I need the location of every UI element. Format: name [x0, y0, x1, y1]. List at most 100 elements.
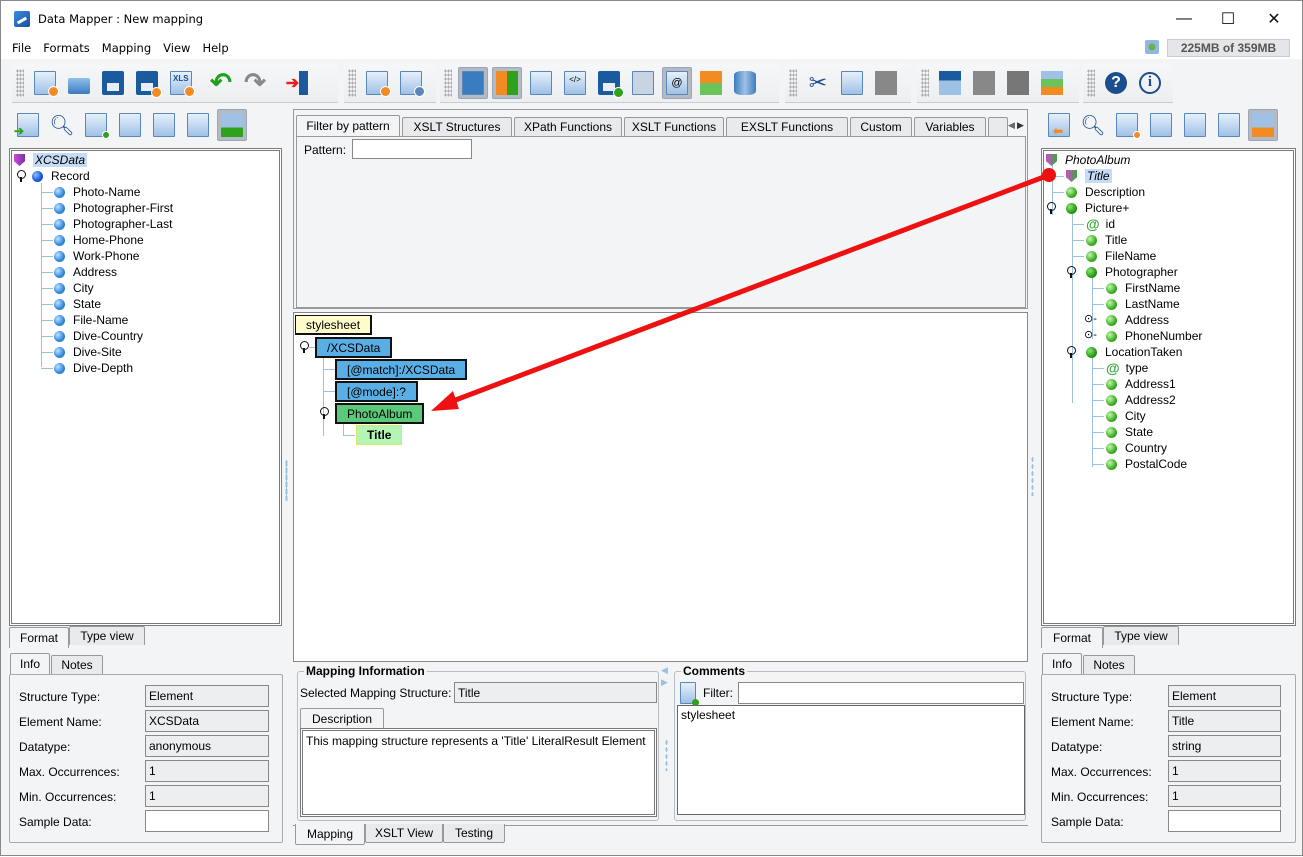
pattern-input[interactable]	[352, 139, 472, 159]
splitter-left-arrow-icon[interactable]: ◀	[661, 665, 668, 676]
source-field-node[interactable]: City	[54, 280, 94, 296]
exit-button[interactable]: ➔	[282, 67, 312, 99]
target-structure-button[interactable]	[1248, 109, 1278, 141]
tab-notes[interactable]: Notes	[51, 655, 103, 674]
tab-custom[interactable]: Custom	[850, 117, 912, 136]
target-tree[interactable]: PhotoAlbum Title Description Picture+ @ id Tit…	[1041, 148, 1296, 626]
target-field-node[interactable]: Address2	[1106, 392, 1176, 408]
add-mapping-button[interactable]	[362, 67, 392, 99]
source-field-node[interactable]: Dive-Depth	[54, 360, 133, 376]
expand-toggle-icon[interactable]	[1046, 202, 1056, 214]
template-node[interactable]: /XCSData	[315, 337, 393, 358]
source-root-node[interactable]: XCSData	[14, 152, 88, 168]
expand-button[interactable]	[969, 67, 999, 99]
toolbar-grip[interactable]	[921, 68, 929, 97]
toolbar-grip[interactable]	[444, 68, 452, 97]
menu-help[interactable]: Help	[196, 41, 234, 55]
target-field-node[interactable]: @ id	[1086, 216, 1115, 232]
target-find-button[interactable]: 🔍︎	[1078, 109, 1108, 141]
save-as-button[interactable]	[132, 67, 162, 99]
target-field-node[interactable]: Picture+	[1066, 200, 1129, 216]
left-splitter-handle[interactable]	[285, 461, 288, 501]
tab-format[interactable]: Format	[9, 627, 69, 648]
target-notes-button[interactable]	[1112, 109, 1142, 141]
tab-filter-by-pattern[interactable]: Filter by pattern	[296, 115, 400, 136]
target-field-node[interactable]: Address1	[1106, 376, 1176, 392]
source-edit-button[interactable]	[183, 109, 213, 141]
source-field-node[interactable]: Photo-Name	[54, 184, 140, 200]
namespace-button[interactable]: @	[662, 66, 692, 99]
tab-variables[interactable]: Variables	[914, 117, 986, 136]
target-field-node[interactable]: Photographer	[1086, 264, 1178, 280]
title-element-node[interactable]: Title	[356, 425, 403, 445]
source-tree[interactable]: XCSData Record Photo-Name Photographer-Firs…	[9, 148, 282, 626]
toolbar-grip[interactable]	[1087, 68, 1095, 97]
source-find-button[interactable]: 🔍︎	[47, 109, 77, 141]
target-field-node[interactable]: Title	[1066, 168, 1112, 184]
undo-button[interactable]: ↶	[206, 67, 236, 99]
tab-type-view[interactable]: Type view	[1103, 626, 1179, 645]
source-field-node[interactable]: Home-Phone	[54, 232, 144, 248]
save-button[interactable]	[98, 67, 128, 99]
menu-mapping[interactable]: Mapping	[96, 41, 157, 55]
target-field-node[interactable]: FileName	[1086, 248, 1156, 264]
match-attribute-node[interactable]: [@match]:/XCSData	[335, 359, 468, 380]
tab-format[interactable]: Format	[1041, 627, 1103, 648]
target-field-node[interactable]: LocationTaken	[1086, 344, 1182, 360]
source-field-node[interactable]: Address	[54, 264, 117, 280]
redo-button[interactable]: ↷	[240, 67, 270, 99]
maximize-button[interactable]: ☐	[1205, 1, 1251, 37]
source-preview-button[interactable]	[149, 109, 179, 141]
target-field-node[interactable]: LastName	[1106, 296, 1180, 312]
toolbar-grip[interactable]	[348, 68, 356, 97]
tab-scroll-left-icon[interactable]: ◀	[1008, 120, 1015, 131]
tab-notes[interactable]: Notes	[1083, 655, 1135, 674]
menu-view[interactable]: View	[157, 41, 196, 55]
tab-overflow[interactable]	[988, 117, 1008, 136]
expand-toggle-icon[interactable]	[319, 407, 329, 419]
database-button[interactable]	[730, 67, 760, 99]
tab-exslt-functions[interactable]: EXSLT Functions	[726, 117, 848, 136]
source-field-node[interactable]: Dive-Country	[54, 328, 143, 344]
target-field-node[interactable]: Address	[1106, 312, 1169, 328]
open-button[interactable]	[64, 67, 94, 99]
validate-button[interactable]	[526, 67, 556, 99]
copy-button[interactable]	[837, 67, 867, 99]
export-xls-button[interactable]: XLS	[166, 67, 196, 99]
target-root-node[interactable]: PhotoAlbum	[1046, 152, 1130, 168]
collapsed-toggle-icon[interactable]: ⊙-	[1084, 312, 1097, 325]
right-splitter-handle[interactable]	[1031, 456, 1034, 496]
comment-notes-icon[interactable]	[680, 682, 699, 706]
tab-info[interactable]: Info	[1042, 653, 1082, 674]
target-import-button[interactable]: ⬅	[1044, 109, 1074, 141]
move-up-button[interactable]	[935, 67, 965, 99]
expand-toggle-icon[interactable]	[1066, 346, 1076, 358]
about-button[interactable]: i	[1135, 67, 1165, 99]
tab-xpath-functions[interactable]: XPath Functions	[514, 117, 622, 136]
menu-file[interactable]: File	[1, 41, 37, 55]
stylesheet-node[interactable]: stylesheet	[295, 315, 373, 335]
mode-attribute-node[interactable]: [@mode]:?	[335, 381, 418, 402]
target-edit-button[interactable]	[1214, 109, 1244, 141]
expand-toggle-icon[interactable]	[16, 170, 26, 182]
view-colors-button[interactable]	[492, 66, 522, 99]
info-value-field[interactable]	[145, 810, 269, 832]
photoalbum-element-node[interactable]: PhotoAlbum	[335, 403, 425, 424]
target-field-node[interactable]: State	[1106, 424, 1153, 440]
expand-toggle-icon[interactable]	[1066, 266, 1076, 278]
source-field-node[interactable]: Dive-Site	[54, 344, 122, 360]
center-splitter-handle[interactable]	[665, 739, 668, 771]
tab-description[interactable]: Description	[300, 708, 384, 729]
source-field-node[interactable]: State	[54, 296, 101, 312]
target-field-node[interactable]: FirstName	[1106, 280, 1180, 296]
target-field-node[interactable]: @ type	[1106, 360, 1148, 376]
minimize-button[interactable]: —	[1161, 1, 1207, 37]
new-mapping-button[interactable]	[30, 67, 60, 99]
help-button[interactable]: ?	[1101, 67, 1131, 99]
source-field-node[interactable]: Photographer-Last	[54, 216, 172, 232]
view-info-button[interactable]	[458, 66, 488, 99]
save-schedule-button[interactable]	[594, 67, 624, 99]
target-field-node[interactable]: Country	[1106, 440, 1167, 456]
menu-formats[interactable]: Formats	[37, 41, 96, 55]
splitter-right-arrow-icon[interactable]: ▶	[661, 677, 668, 688]
